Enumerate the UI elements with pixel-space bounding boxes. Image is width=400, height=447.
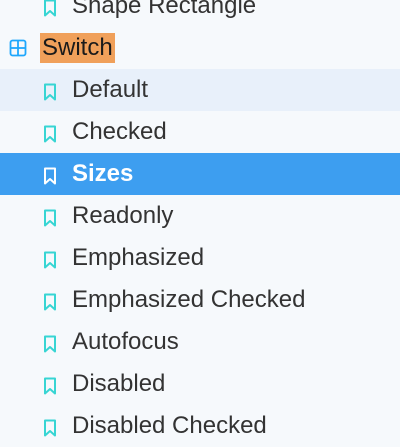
sidebar-item-label: Shape Rectangle: [72, 0, 257, 19]
bookmark-icon: [40, 250, 60, 270]
sidebar-item-disabled[interactable]: Disabled: [0, 363, 400, 405]
sidebar-item-label: Disabled: [72, 370, 166, 397]
sidebar-item-readonly[interactable]: Readonly: [0, 195, 400, 237]
component-grid-icon: [8, 38, 28, 58]
bookmark-icon: [40, 166, 60, 186]
bookmark-icon: [40, 376, 60, 396]
sidebar-item-label: Autofocus: [72, 328, 179, 355]
bookmark-icon: [40, 418, 60, 438]
bookmark-icon: [40, 0, 60, 18]
sidebar-item-autofocus[interactable]: Autofocus: [0, 321, 400, 363]
bookmark-icon: [40, 82, 60, 102]
sidebar-item-label: Emphasized: [72, 244, 205, 271]
bookmark-icon: [40, 292, 60, 312]
sidebar-item-label: Default: [72, 76, 149, 103]
sidebar-tree: Shape Rectangle Switch Default Checked S…: [0, 0, 400, 447]
sidebar-item-default[interactable]: Default: [0, 69, 400, 111]
sidebar-item-sizes[interactable]: Sizes: [0, 153, 400, 195]
sidebar-item-label: Readonly: [72, 202, 174, 229]
bookmark-icon: [40, 334, 60, 354]
sidebar-item-label: Disabled Checked: [72, 412, 267, 439]
sidebar-item-emphasized-checked[interactable]: Emphasized Checked: [0, 279, 400, 321]
sidebar-item-checked[interactable]: Checked: [0, 111, 400, 153]
sidebar-item-emphasized[interactable]: Emphasized: [0, 237, 400, 279]
sidebar-item-disabled-checked[interactable]: Disabled Checked: [0, 405, 400, 447]
sidebar-group-label: Switch: [40, 33, 115, 63]
bookmark-icon: [40, 124, 60, 144]
sidebar-group-switch[interactable]: Switch: [0, 27, 400, 69]
sidebar-item-shape-rectangle[interactable]: Shape Rectangle: [0, 0, 400, 27]
sidebar-item-label: Sizes: [72, 160, 134, 187]
bookmark-icon: [40, 208, 60, 228]
sidebar-item-label: Checked: [72, 118, 167, 145]
sidebar-item-label: Emphasized Checked: [72, 286, 306, 313]
